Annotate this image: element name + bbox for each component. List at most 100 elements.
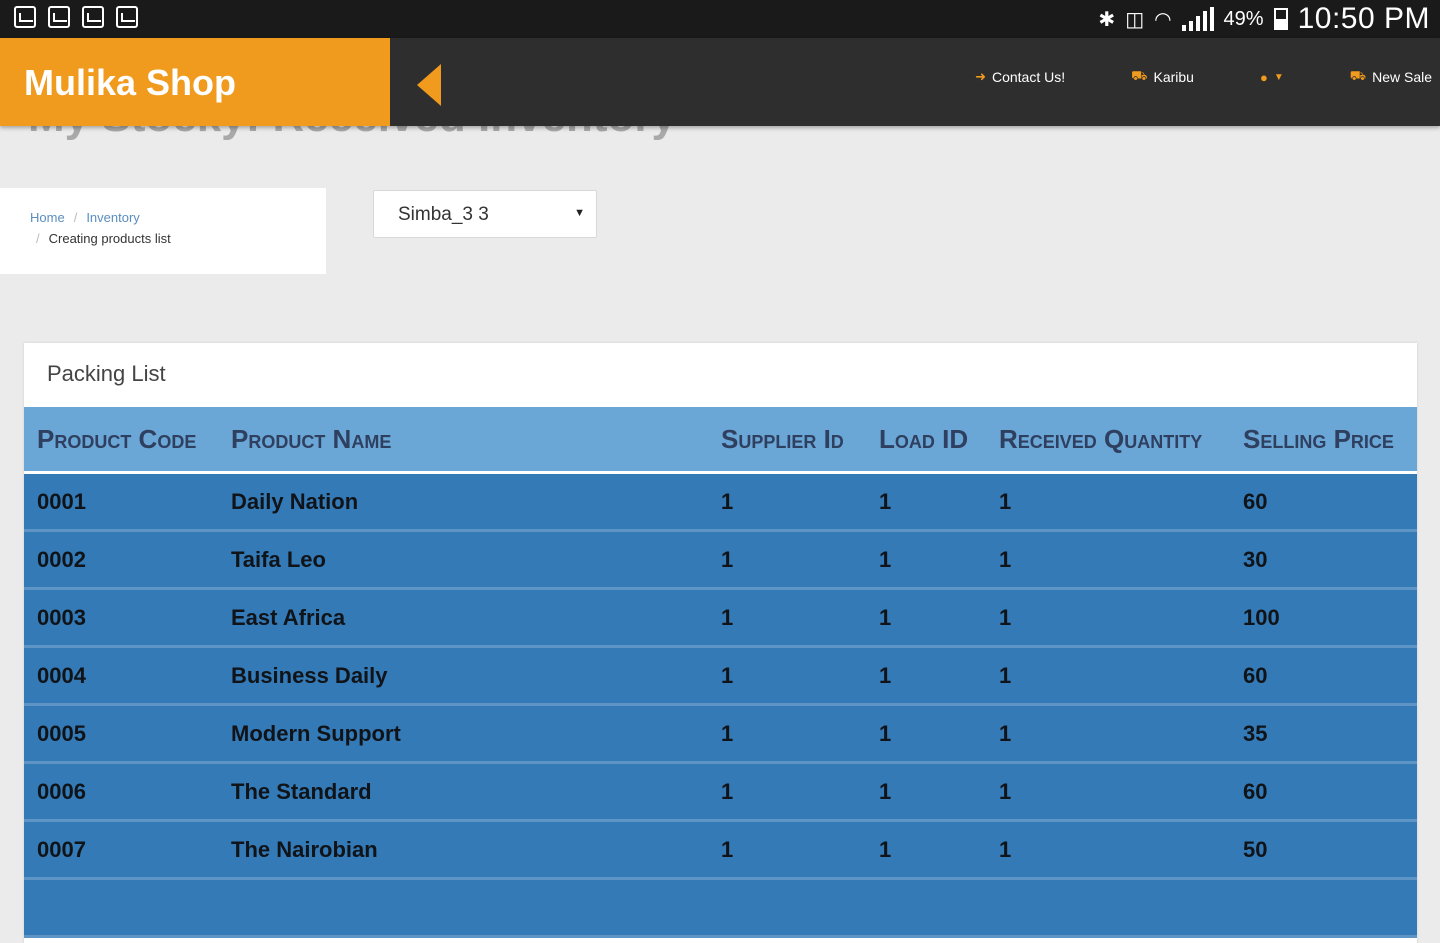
table-row[interactable]: 0004 Business Daily 1 1 1 60 bbox=[24, 648, 1417, 706]
breadcrumb-inventory[interactable]: Inventory bbox=[86, 210, 139, 225]
cell-load-id bbox=[866, 880, 986, 938]
packing-list-table: Product Code Product Name Supplier Id Lo… bbox=[24, 407, 1417, 938]
cell-received-quantity: 1 bbox=[986, 822, 1230, 880]
cell-selling-price: 30 bbox=[1230, 532, 1417, 590]
breadcrumb-separator: / bbox=[36, 231, 40, 246]
column-header[interactable]: Product Code bbox=[24, 407, 218, 474]
nav-contact-us[interactable]: ➜ Contact Us! bbox=[975, 68, 1065, 86]
calendar-icon bbox=[116, 6, 138, 28]
cart-icon: ⛟ bbox=[1131, 68, 1148, 83]
cell-supplier-id: 1 bbox=[708, 648, 866, 706]
cell-selling-price bbox=[1230, 880, 1417, 938]
cell-product-code bbox=[24, 880, 218, 938]
chevron-down-icon: ▼ bbox=[1273, 71, 1284, 83]
nav-label: New Sale bbox=[1372, 69, 1432, 85]
cell-selling-price: 60 bbox=[1230, 648, 1417, 706]
panel-title: Packing List bbox=[47, 361, 166, 386]
battery-icon bbox=[1273, 8, 1288, 30]
brand-block[interactable]: Mulika Shop bbox=[0, 38, 390, 126]
cell-product-name bbox=[218, 880, 708, 938]
column-header[interactable]: Load ID bbox=[866, 407, 986, 474]
column-header[interactable]: Supplier Id bbox=[708, 407, 866, 474]
cell-product-code: 0004 bbox=[24, 648, 218, 706]
cell-supplier-id: 1 bbox=[708, 532, 866, 590]
cell-selling-price: 35 bbox=[1230, 706, 1417, 764]
status-bar: ✱ ◫ ◠ 49% 10:50 PM bbox=[0, 0, 1440, 38]
cell-product-name: Daily Nation bbox=[218, 474, 708, 532]
packing-list-panel: Packing List Product Code Product Name S… bbox=[24, 343, 1417, 943]
nav-karibu[interactable]: ⛟ Karibu bbox=[1131, 68, 1194, 86]
battery-percent: 49% bbox=[1223, 7, 1264, 30]
user-icon: ● bbox=[1259, 69, 1268, 85]
nfc-icon: ◫ bbox=[1125, 8, 1145, 31]
breadcrumb-separator: / bbox=[73, 210, 78, 225]
cell-product-code: 0002 bbox=[24, 532, 218, 590]
cell-product-code: 0003 bbox=[24, 590, 218, 648]
select-value: Simba_3 3 bbox=[398, 204, 489, 225]
nav-user-menu[interactable]: ● ▼ bbox=[1260, 68, 1284, 86]
table-header-row: Product Code Product Name Supplier Id Lo… bbox=[24, 407, 1417, 474]
app-bar: Mulika Shop ➜ Contact Us! ⛟ Karibu ● ▼ ⛟… bbox=[0, 38, 1440, 126]
sign-in-icon: ➜ bbox=[975, 69, 986, 84]
cell-received-quantity: 1 bbox=[986, 532, 1230, 590]
notification-icons bbox=[14, 6, 138, 28]
cell-selling-price: 50 bbox=[1230, 822, 1417, 880]
cell-received-quantity: 1 bbox=[986, 764, 1230, 822]
table-row[interactable]: 0001 Daily Nation 1 1 1 60 bbox=[24, 474, 1417, 532]
cart-icon: ⛟ bbox=[1349, 68, 1367, 83]
wifi-icon: ◠ bbox=[1154, 8, 1172, 31]
mail-icon bbox=[82, 6, 104, 28]
bluetooth-icon: ✱ bbox=[1098, 8, 1116, 31]
cell-load-id: 1 bbox=[866, 822, 986, 880]
cell-product-name: Business Daily bbox=[218, 648, 708, 706]
table-row[interactable] bbox=[24, 880, 1417, 938]
breadcrumb: Home / Inventory / Creating products list bbox=[0, 188, 326, 274]
document-icon bbox=[14, 6, 36, 28]
cell-load-id: 1 bbox=[866, 474, 986, 532]
cell-selling-price: 100 bbox=[1230, 590, 1417, 648]
cell-received-quantity: 1 bbox=[986, 706, 1230, 764]
brand-title: Mulika Shop bbox=[24, 62, 237, 103]
breadcrumb-current: Creating products list bbox=[48, 231, 171, 246]
sidebar-toggle-icon[interactable] bbox=[417, 64, 441, 106]
cell-product-code: 0005 bbox=[24, 706, 218, 764]
image-icon bbox=[48, 6, 70, 28]
nav-label: Contact Us! bbox=[991, 69, 1066, 85]
breadcrumb-links: Home / Inventory bbox=[30, 210, 140, 225]
cell-received-quantity: 1 bbox=[986, 648, 1230, 706]
column-header[interactable]: Selling Price bbox=[1230, 407, 1417, 474]
signal-icon bbox=[1181, 7, 1214, 31]
cell-received-quantity: 1 bbox=[986, 474, 1230, 532]
table-row[interactable]: 0007 The Nairobian 1 1 1 50 bbox=[24, 822, 1417, 880]
cell-product-name: East Africa bbox=[218, 590, 708, 648]
system-icons: ✱ ◫ ◠ 49% 10:50 PM bbox=[1098, 0, 1430, 38]
cell-load-id: 1 bbox=[866, 590, 986, 648]
chevron-down-icon: ▼ bbox=[574, 207, 585, 219]
column-header[interactable]: Product Name bbox=[218, 407, 708, 474]
cell-load-id: 1 bbox=[866, 764, 986, 822]
table-row[interactable]: 0002 Taifa Leo 1 1 1 30 bbox=[24, 532, 1417, 590]
table-row[interactable]: 0006 The Standard 1 1 1 60 bbox=[24, 764, 1417, 822]
top-nav: ➜ Contact Us! ⛟ Karibu ● ▼ ⛟ New Sale bbox=[975, 68, 1432, 86]
cell-product-code: 0001 bbox=[24, 474, 218, 532]
cell-supplier-id: 1 bbox=[708, 822, 866, 880]
cell-received-quantity: 1 bbox=[986, 590, 1230, 648]
cell-supplier-id bbox=[708, 880, 866, 938]
cell-supplier-id: 1 bbox=[708, 474, 866, 532]
cell-supplier-id: 1 bbox=[708, 706, 866, 764]
load-select[interactable]: Simba_3 3 ▼ bbox=[373, 190, 597, 238]
table-row[interactable]: 0005 Modern Support 1 1 1 35 bbox=[24, 706, 1417, 764]
cell-supplier-id: 1 bbox=[708, 590, 866, 648]
nav-new-sale[interactable]: ⛟ New Sale bbox=[1350, 68, 1432, 86]
cell-received-quantity bbox=[986, 880, 1230, 938]
cell-product-name: The Standard bbox=[218, 764, 708, 822]
cell-product-name: Modern Support bbox=[218, 706, 708, 764]
cell-selling-price: 60 bbox=[1230, 474, 1417, 532]
column-header[interactable]: Received Quantity bbox=[986, 407, 1230, 474]
breadcrumb-current-line: / Creating products list bbox=[36, 231, 171, 246]
table-row[interactable]: 0003 East Africa 1 1 1 100 bbox=[24, 590, 1417, 648]
cell-load-id: 1 bbox=[866, 532, 986, 590]
breadcrumb-home[interactable]: Home bbox=[30, 210, 65, 225]
cell-product-code: 0007 bbox=[24, 822, 218, 880]
cell-supplier-id: 1 bbox=[708, 764, 866, 822]
